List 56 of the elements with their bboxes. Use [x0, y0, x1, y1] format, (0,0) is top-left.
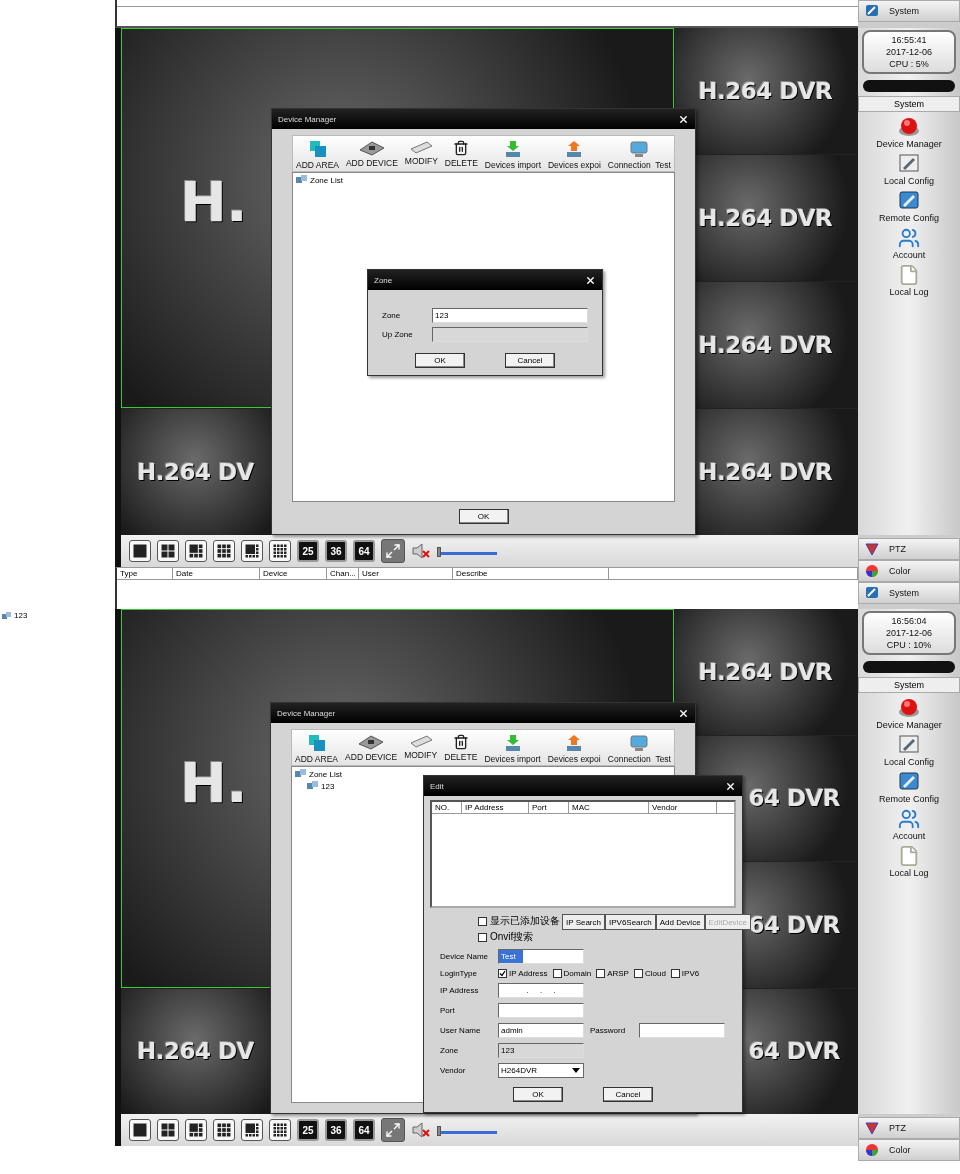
video-label: 64 DVR — [748, 1038, 840, 1065]
video-label: H.264 DV — [137, 1038, 254, 1065]
field-label: IP Address — [440, 986, 480, 995]
column-header: Date — [173, 568, 260, 579]
field-label: User Name — [440, 1026, 482, 1035]
field-label: LoginType — [440, 969, 478, 978]
column-header: IP Address — [462, 802, 529, 813]
column-header: Chan... — [327, 568, 359, 579]
field-label: Password — [589, 1026, 627, 1035]
column-header: NO. — [432, 802, 462, 813]
field-label: Zone — [440, 1046, 460, 1055]
video-label: H.264 DVR — [698, 332, 833, 358]
checkbox-label: IPV6 — [681, 969, 700, 978]
tree-label: 123 — [321, 781, 335, 791]
tree-label: Zone List — [310, 175, 343, 185]
dialog-title: Zone — [374, 275, 393, 285]
video-label: H.264 DV — [137, 459, 254, 485]
dialog-title: Device Manager — [277, 708, 336, 718]
checkbox-label: IP Address — [509, 969, 548, 978]
field-label: Up Zone — [382, 330, 414, 339]
video-label: H. — [180, 750, 248, 815]
field-label: Vendor — [440, 1066, 467, 1075]
checkbox-label: 显示已添加设备 — [490, 914, 560, 928]
column-header: Vendor — [649, 802, 717, 813]
column-header: User — [359, 568, 453, 579]
field-label: Device Name — [440, 952, 489, 961]
clock-date: 2017-12-06 — [885, 628, 932, 638]
cpu-usage: CPU : 5% — [889, 59, 929, 69]
field-label: Zone — [382, 311, 402, 320]
sidebar-header: System — [858, 677, 960, 693]
column-header: MAC — [569, 802, 649, 813]
dialog-title: Edit — [430, 781, 444, 791]
column-header: Describe — [453, 568, 609, 579]
clock-time: 16:55:41 — [891, 35, 927, 45]
column-header: Device — [260, 568, 327, 579]
dialog-title: Device Manager — [278, 114, 337, 124]
checkbox-label: ARSP — [607, 969, 629, 978]
column-header: Type — [117, 568, 173, 579]
clock-time: 16:56:04 — [891, 616, 927, 626]
sidebar-header: System — [858, 96, 960, 112]
checkbox-label: Cloud — [644, 969, 666, 978]
clock-date: 2017-12-06 — [885, 47, 932, 57]
field-label: Port — [440, 1006, 456, 1015]
column-header: Port — [529, 802, 569, 813]
video-label: H.264 DVR — [698, 459, 833, 485]
video-label: H.264 DVR — [698, 205, 833, 231]
checkbox-label: Domain — [563, 969, 592, 978]
cpu-usage: CPU : 10% — [886, 640, 932, 650]
video-label: 64 DVR — [748, 785, 840, 812]
tree-label: Zone List — [309, 769, 342, 779]
video-label: H.264 DVR — [698, 658, 833, 685]
video-label: H.264 DVR — [698, 78, 833, 104]
checkbox-label: Onvif搜索 — [490, 930, 534, 944]
tree-label: 123 — [14, 611, 28, 620]
video-label: H. — [180, 169, 248, 234]
video-label: 64 DVR — [748, 911, 840, 938]
